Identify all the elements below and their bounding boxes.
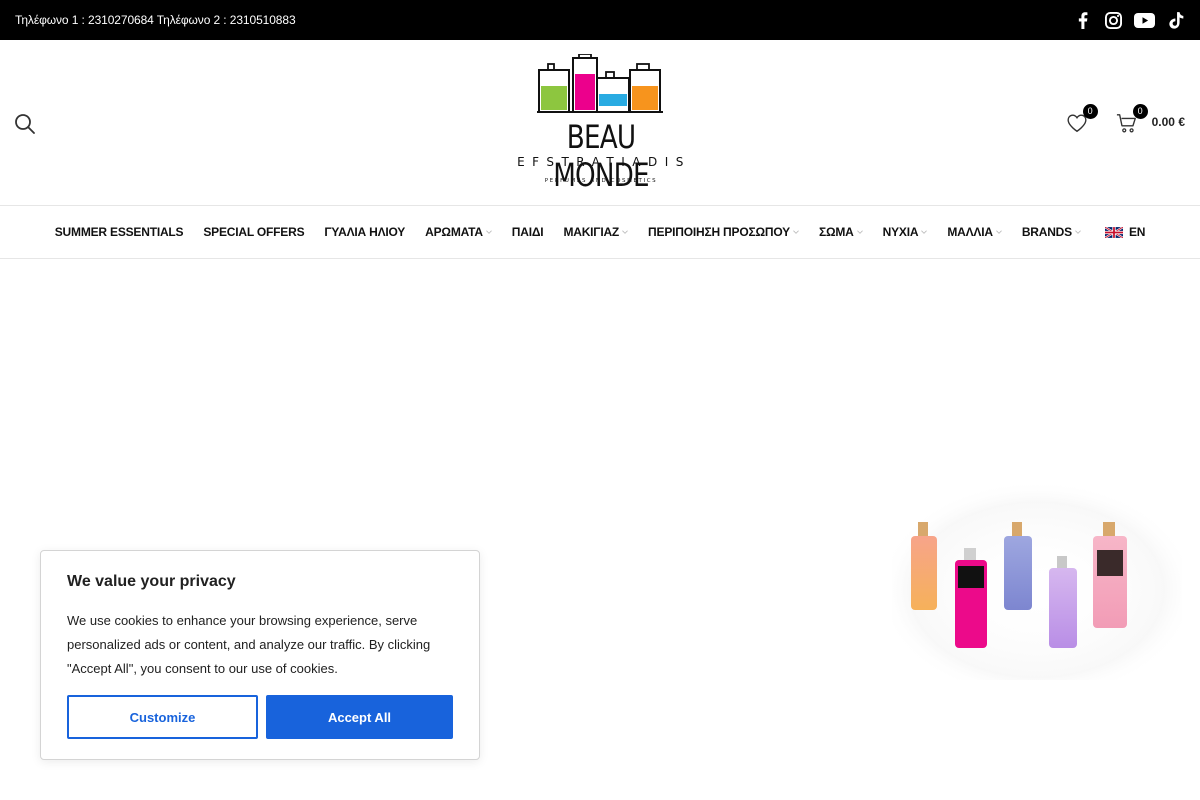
nav-item-label: BRANDS [1021, 225, 1072, 239]
nav-item-label: SUMMER ESSENTIALS [54, 225, 184, 239]
nav-item-6[interactable]: ΠΕΡΙΠΟΙΗΣΗ ΠΡΟΣΩΠΟΥ [648, 225, 799, 239]
youtube-icon[interactable] [1134, 11, 1155, 29]
nav-item-8[interactable]: ΝΥΧΙΑ [883, 225, 928, 239]
chevron-down-icon [793, 230, 799, 234]
top-bar: Τηλέφωνο 1 : 2310270684 Τηλέφωνο 2 : 231… [0, 0, 1200, 40]
nav-item-4[interactable]: ΠΑΙΔΙ [512, 225, 544, 239]
facebook-icon[interactable] [1074, 11, 1092, 29]
uk-flag-icon [1104, 226, 1123, 238]
search-icon[interactable] [14, 113, 36, 135]
nav-item-3[interactable]: ΑΡΩΜΑΤΑ [425, 225, 492, 239]
cookie-title: We value your privacy [67, 573, 236, 590]
perfume-bottles-logo-icon [537, 54, 663, 113]
contact-phones: Τηλέφωνο 1 : 2310270684 Τηλέφωνο 2 : 231… [15, 13, 296, 27]
nav-item-7[interactable]: ΣΩΜΑ [819, 225, 863, 239]
nav-item-label: ΜΑΛΛΙΑ [947, 225, 993, 239]
nav-menu: SUMMER ESSENTIALS SPECIAL OFFERS ΓΥΑΛΙΑ ΗΛ… [55, 225, 1146, 239]
nav-item-0[interactable]: SUMMER ESSENTIALS [55, 225, 184, 239]
hero-product-image [892, 480, 1182, 680]
nav-item-9[interactable]: ΜΑΛΛΙΑ [947, 225, 1002, 239]
cart-count: 0 [1132, 104, 1148, 119]
nav-item-label: ΝΥΧΙΑ [882, 225, 919, 239]
chevron-down-icon [921, 230, 928, 234]
site-logo[interactable]: BEAU MONDE EFSTRATIADIS PERFUMES AND COS… [503, 54, 699, 194]
cart-button[interactable]: 0 0.00 € [1104, 104, 1185, 134]
nav-item-label: ΠΕΡΙΠΟΙΗΣΗ ΠΡΟΣΩΠΟΥ [648, 225, 790, 239]
accept-all-button[interactable]: Accept All [266, 695, 453, 739]
language-label: EN [1128, 225, 1146, 239]
logo-subtitle: EFSTRATIADIS [517, 155, 691, 169]
nav-item-10[interactable]: BRANDS [1022, 225, 1081, 239]
nav-item-label: ΑΡΩΜΑΤΑ [425, 225, 483, 239]
cookie-actions: Customize Accept All [67, 695, 453, 739]
language-switcher[interactable]: EN [1104, 225, 1146, 239]
social-links [1074, 11, 1185, 29]
logo-tagline: PERFUMES AND COSMETICS [544, 178, 658, 184]
cookie-text: We use cookies to enhance your browsing … [67, 613, 431, 676]
chevron-down-icon [1075, 230, 1081, 234]
customize-button[interactable]: Customize [67, 695, 258, 739]
cookie-consent-dialog: We value your privacy We use cookies to … [40, 550, 480, 760]
nav-item-label: ΠΑΙΔΙ [511, 225, 544, 239]
chevron-down-icon [856, 230, 863, 234]
wishlist-button[interactable]: 0 [1066, 104, 1098, 134]
nav-item-5[interactable]: ΜΑΚΙΓΙΑΖ [563, 225, 628, 239]
nav-item-label: SPECIAL OFFERS [203, 225, 305, 239]
header-actions: 0 0 0.00 € [1066, 104, 1185, 134]
main-navigation: SUMMER ESSENTIALS SPECIAL OFFERS ΓΥΑΛΙΑ ΗΛ… [0, 206, 1200, 259]
site-header: BEAU MONDE EFSTRATIADIS PERFUMES AND COS… [0, 40, 1200, 206]
nav-item-label: ΜΑΚΙΓΙΑΖ [563, 225, 620, 239]
cart-icon-wrap[interactable]: 0 [1116, 104, 1148, 134]
nav-item-label: ΣΩΜΑ [818, 225, 854, 239]
nav-item-label: ΓΥΑΛΙΑ ΗΛΙΟΥ [324, 225, 406, 239]
nav-item-1[interactable]: SPECIAL OFFERS [203, 225, 304, 239]
tiktok-icon[interactable] [1167, 11, 1185, 29]
wishlist-count: 0 [1082, 104, 1098, 119]
chevron-down-icon [622, 230, 628, 234]
chevron-down-icon [485, 230, 492, 234]
chevron-down-icon [995, 230, 1002, 234]
cart-total[interactable]: 0.00 € [1152, 115, 1185, 129]
nav-item-2[interactable]: ΓΥΑΛΙΑ ΗΛΙΟΥ [324, 225, 405, 239]
instagram-icon[interactable] [1104, 11, 1122, 29]
